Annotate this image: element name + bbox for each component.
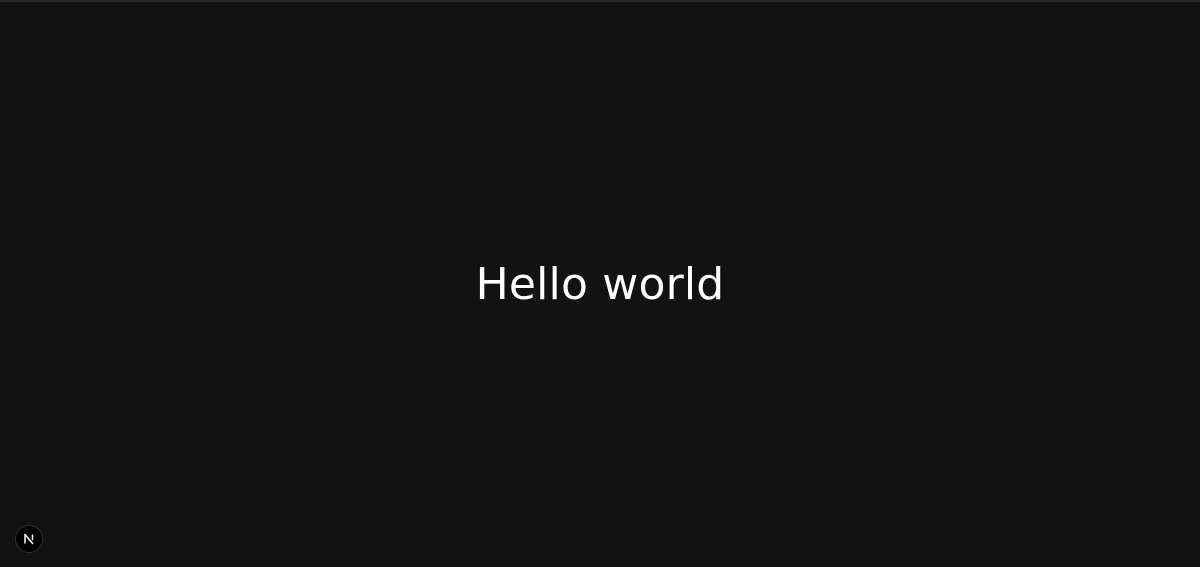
nextjs-logo-icon — [24, 533, 34, 545]
nextjs-dev-indicator-button[interactable] — [15, 525, 43, 553]
page: Hello world — [0, 0, 1200, 567]
top-border — [0, 0, 1200, 2]
page-heading: Hello world — [475, 259, 725, 310]
